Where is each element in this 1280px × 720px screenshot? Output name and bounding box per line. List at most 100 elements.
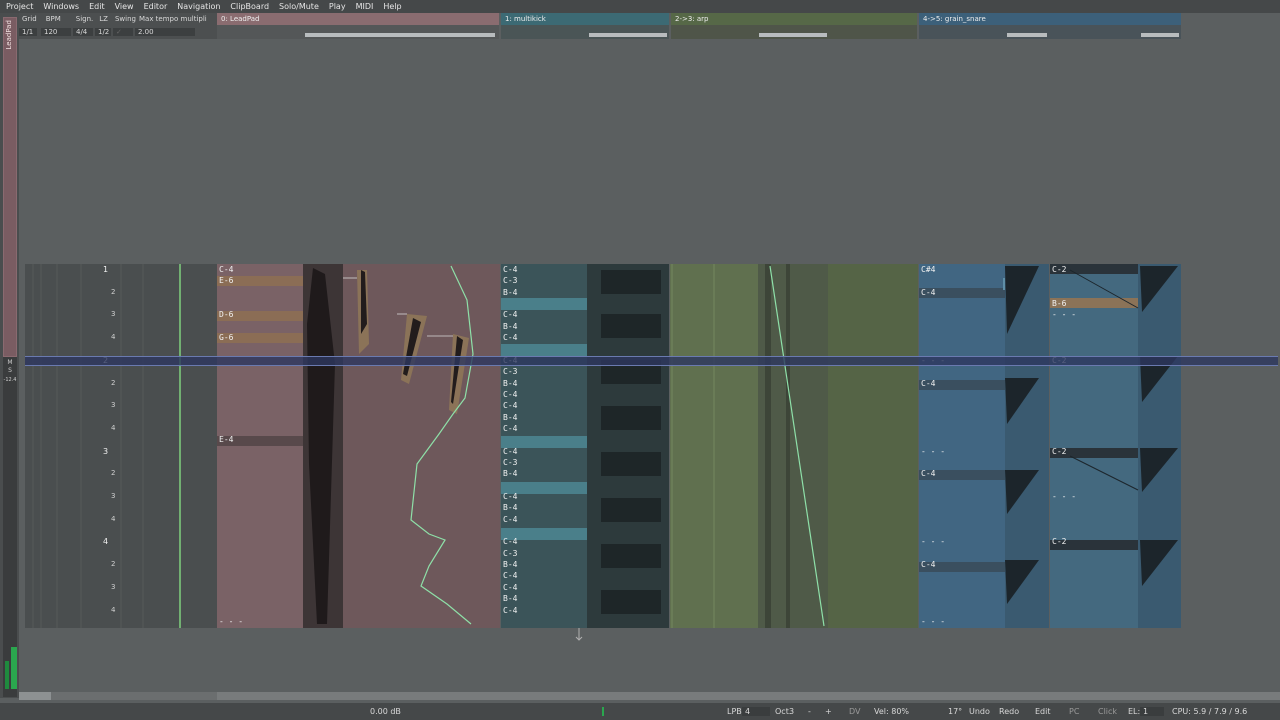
track-header-arp[interactable]: 2->3: arp bbox=[671, 13, 917, 39]
note-cell[interactable]: C-4 bbox=[919, 288, 935, 298]
note-cell[interactable]: C-2 bbox=[1050, 265, 1066, 275]
scrollbar-thumb-left[interactable] bbox=[19, 692, 51, 700]
note-cell[interactable]: C-4 bbox=[501, 515, 517, 525]
menu-clipboard[interactable]: ClipBoard bbox=[230, 2, 269, 11]
note-cell[interactable]: C-4 bbox=[217, 265, 233, 275]
note-cell[interactable]: C-4 bbox=[501, 333, 517, 343]
bpm-value[interactable]: 120 bbox=[41, 28, 71, 36]
note-cell[interactable]: C-4 bbox=[919, 469, 935, 479]
note-cell[interactable]: B-4 bbox=[501, 322, 517, 332]
menu-solomute[interactable]: Solo/Mute bbox=[279, 2, 319, 11]
click-button[interactable]: Click bbox=[1098, 707, 1117, 716]
menu-play[interactable]: Play bbox=[329, 2, 346, 11]
undo-button[interactable]: Undo bbox=[969, 707, 990, 716]
note-cell[interactable]: B-4 bbox=[501, 288, 517, 298]
note-cell[interactable]: - - - bbox=[919, 447, 945, 457]
track-volume-bar[interactable] bbox=[589, 33, 667, 37]
note-cell[interactable]: B-6 bbox=[1050, 299, 1066, 309]
oct-value[interactable]: 3 bbox=[789, 707, 794, 716]
note-cell[interactable]: E-4 bbox=[217, 435, 233, 445]
oct-minus-button[interactable]: - bbox=[808, 707, 811, 716]
scrollbar-thumb-main[interactable] bbox=[217, 692, 1280, 700]
arp-column[interactable] bbox=[670, 264, 918, 628]
lz-value[interactable]: 1/2 bbox=[95, 28, 111, 36]
menu-edit[interactable]: Edit bbox=[89, 2, 105, 11]
note-cell[interactable]: B-4 bbox=[501, 379, 517, 389]
note-cell[interactable]: B-4 bbox=[501, 560, 517, 570]
note-cell[interactable]: C-3 bbox=[501, 549, 517, 559]
menu-view[interactable]: View bbox=[115, 2, 134, 11]
note-cell[interactable]: - - - bbox=[919, 617, 945, 627]
note-cell[interactable]: C-4 bbox=[501, 583, 517, 593]
pc-button[interactable]: PC bbox=[1069, 707, 1079, 716]
menu-help[interactable]: Help bbox=[383, 2, 401, 11]
note-cell[interactable]: B-4 bbox=[501, 503, 517, 513]
note-cell[interactable]: D-6 bbox=[217, 310, 233, 320]
track-volume-bar[interactable] bbox=[305, 33, 495, 37]
track-header-leadpad[interactable]: 0: LeadPad bbox=[217, 13, 499, 39]
note-cell[interactable]: C-2 bbox=[1050, 447, 1066, 457]
dv-button[interactable]: DV bbox=[849, 707, 861, 716]
horizontal-scrollbar[interactable] bbox=[19, 692, 1280, 700]
redo-button[interactable]: Redo bbox=[999, 707, 1019, 716]
note-cell[interactable]: - - - bbox=[1050, 492, 1076, 502]
menu-windows[interactable]: Windows bbox=[43, 2, 79, 11]
vu-m-label: M bbox=[7, 359, 13, 366]
note-cell[interactable]: C-3 bbox=[501, 367, 517, 377]
angle-value[interactable]: 17° bbox=[948, 707, 962, 716]
note-cell[interactable]: - - - bbox=[217, 617, 243, 627]
sign-value[interactable]: 4/4 bbox=[73, 28, 93, 36]
lpb-value[interactable]: 4 bbox=[742, 707, 770, 716]
note-cell[interactable]: C-4 bbox=[501, 401, 517, 411]
track-volume-bar-2[interactable] bbox=[1141, 33, 1179, 37]
bar-number: 4 bbox=[103, 537, 109, 547]
el-value[interactable]: 1 bbox=[1140, 707, 1164, 716]
menu-project[interactable]: Project bbox=[6, 2, 33, 11]
menu-navigation[interactable]: Navigation bbox=[177, 2, 220, 11]
track-tab-leadpad[interactable]: LeadPad bbox=[3, 17, 17, 357]
cursor-row bbox=[25, 356, 1278, 366]
lz-label: LZ bbox=[99, 15, 108, 23]
note-cell[interactable]: C-3 bbox=[501, 276, 517, 286]
note-cell[interactable]: E-6 bbox=[217, 276, 233, 286]
note-cell[interactable]: C-4 bbox=[501, 571, 517, 581]
swing-checkbox[interactable]: ✓ bbox=[113, 28, 133, 36]
note-cell[interactable]: C-4 bbox=[501, 606, 517, 616]
maxtempo-value[interactable]: 2.00 bbox=[135, 28, 195, 36]
note-cell[interactable]: - - - bbox=[919, 537, 945, 547]
note-cell[interactable]: C-3 bbox=[501, 458, 517, 468]
multikick-column[interactable] bbox=[501, 264, 669, 628]
beat-number: 4 bbox=[111, 423, 116, 432]
track-volume-bar[interactable] bbox=[759, 33, 827, 37]
oct-plus-button[interactable]: + bbox=[825, 707, 832, 716]
menu-editor[interactable]: Editor bbox=[144, 2, 168, 11]
edit-button[interactable]: Edit bbox=[1035, 707, 1051, 716]
grid-value[interactable]: 1/1 bbox=[19, 28, 37, 36]
vu-meter-right bbox=[11, 647, 17, 689]
note-cell[interactable]: C-4 bbox=[501, 537, 517, 547]
note-cell[interactable]: B-4 bbox=[501, 469, 517, 479]
note-cell[interactable]: C-4 bbox=[501, 424, 517, 434]
note-cell[interactable]: C#4 bbox=[919, 265, 935, 275]
note-cell[interactable]: - - - bbox=[1050, 310, 1076, 320]
velocity-value[interactable]: Vel: 80% bbox=[874, 707, 909, 716]
track-header-multikick[interactable]: 1: multikick bbox=[501, 13, 669, 39]
note-cell[interactable]: B-4 bbox=[501, 413, 517, 423]
note-cell[interactable]: C-4 bbox=[919, 379, 935, 389]
note-cell[interactable]: B-4 bbox=[501, 594, 517, 604]
note-cell[interactable]: C-4 bbox=[501, 265, 517, 275]
beat-number: 2 bbox=[111, 469, 116, 478]
track-volume-bar[interactable] bbox=[1007, 33, 1047, 37]
menu-midi[interactable]: MIDI bbox=[356, 2, 374, 11]
track-header-grain-snare[interactable]: 4->5: grain_snare bbox=[919, 13, 1181, 39]
leadpad-column[interactable] bbox=[217, 264, 500, 628]
note-cell[interactable]: C-4 bbox=[501, 390, 517, 400]
pattern-editor[interactable]: 1234223432344234 C-4E-6D-6G-6E-4- - - C-… bbox=[25, 264, 1278, 628]
note-cell[interactable]: C-4 bbox=[501, 492, 517, 502]
note-cell[interactable]: C-4 bbox=[919, 560, 935, 570]
note-cell[interactable]: C-2 bbox=[1050, 537, 1066, 547]
note-cell[interactable]: C-4 bbox=[501, 310, 517, 320]
note-cell[interactable]: G-6 bbox=[217, 333, 233, 343]
scroll-down-arrow-icon[interactable] bbox=[574, 628, 584, 642]
note-cell[interactable]: C-4 bbox=[501, 447, 517, 457]
